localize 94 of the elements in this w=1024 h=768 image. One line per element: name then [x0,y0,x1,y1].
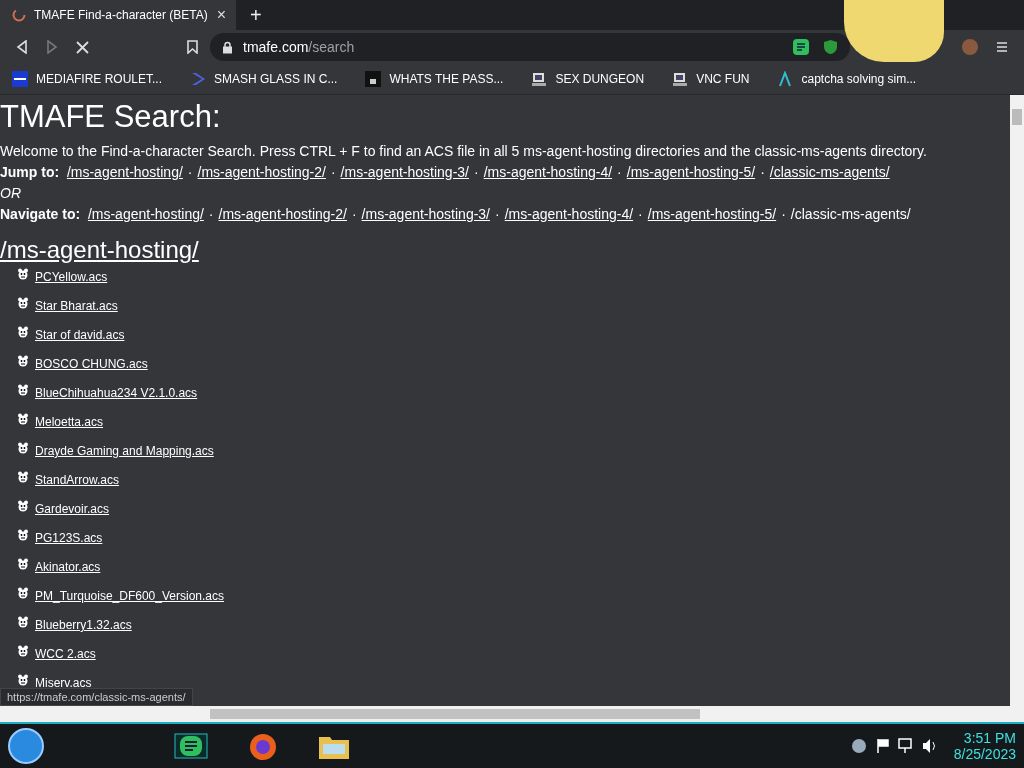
bookmark-link[interactable]: WHATS THE PASS... [365,71,504,87]
file-link[interactable]: Gardevoir.acs [35,502,110,516]
status-url: https://tmafe.com/classic-ms-agents/ [0,688,193,706]
agent-face-icon [17,587,29,599]
browser-tab[interactable]: TMAFE Find-a-character (BETA) × [0,0,236,30]
file-link[interactable]: Star Bharat.acs [35,299,118,313]
lambda-icon [777,71,794,87]
computer-icon [672,71,689,87]
back-icon[interactable] [16,40,28,54]
spinner-icon [12,8,26,22]
file-link[interactable]: Blueberry1.32.acs [35,618,132,632]
separator-dot: · [617,164,622,180]
separator-dot: · [187,164,193,180]
agent-face-icon [17,442,29,454]
extension-icon[interactable] [793,39,809,55]
file-link[interactable]: Miserv.acs [35,676,92,690]
agent-face-icon [17,471,29,483]
agent-face-icon [17,674,29,686]
flag-icon[interactable] [875,738,890,754]
url-path: /search [308,39,355,55]
separator-dot: · [208,206,214,222]
speaker-icon[interactable] [921,738,938,754]
section-heading-link[interactable]: /ms-agent-hosting/ [0,236,199,263]
directory-link[interactable]: /ms-agent-hosting-2/ [218,206,347,222]
chevron-icon [190,71,207,87]
agent-face-icon [17,268,29,280]
or-text: OR [0,185,21,201]
agent-face-icon [17,616,29,628]
agent-face-icon [17,500,29,512]
url-host: tmafe.com [243,39,309,55]
page-title: TMAFE Search: [0,99,222,135]
bookmark-link[interactable]: MEDIAFIRE ROULET... [12,71,163,87]
agent-face-icon [17,645,29,657]
agent-face-icon [17,413,29,425]
agent-face-icon [17,297,29,309]
separator-dot: · [638,206,643,222]
jump-label: Jump to: [0,164,60,180]
separator-dot: · [760,164,765,180]
monitor-icon[interactable] [897,738,914,754]
directory-link[interactable]: /ms-agent-hosting-4/ [483,164,613,180]
vertical-scrollbar[interactable] [1010,95,1024,706]
separator-dot: · [495,206,500,222]
directory-link[interactable]: /ms-agent-hosting-3/ [340,164,469,180]
file-link[interactable]: WCC 2.acs [35,647,96,661]
separator-dot: · [474,164,479,180]
agent-face-icon [17,529,29,541]
directory-link[interactable]: /classic-ms-agents/ [769,164,890,180]
close-tab-button[interactable]: × [216,6,226,24]
bookmark-link[interactable]: captcha solving sim... [777,71,917,87]
directory-link[interactable]: /ms-agent-hosting-2/ [197,164,326,180]
agent-face-icon [17,326,29,338]
separator-dot: · [781,206,786,222]
computer-icon [531,71,548,87]
file-link[interactable]: Akinator.acs [35,560,101,574]
directory-link[interactable]: /ms-agent-hosting-5/ [626,164,756,180]
bookmark-icon[interactable] [187,40,198,54]
forward-icon[interactable] [46,40,58,54]
firefox-icon[interactable] [248,731,278,761]
bookmark-link[interactable]: SMASH GLASS IN C... [190,71,338,87]
separator-dot: · [351,206,357,222]
bookmark-link[interactable]: VNC FUN [672,71,750,87]
directory-link[interactable]: /ms-agent-hosting-4/ [504,206,634,222]
agent-face-icon [17,384,29,396]
directory-link[interactable]: /ms-agent-hosting-5/ [647,206,777,222]
agent-face-icon [17,558,29,570]
file-link[interactable]: PCYellow.acs [35,270,108,284]
horizontal-scrollbar[interactable] [0,706,1024,722]
start-button[interactable] [8,728,44,764]
chat-app-icon[interactable] [174,733,208,759]
bookmark-link[interactable]: SEX DUNGEON [531,71,645,87]
new-tab-button[interactable]: + [250,3,262,27]
directory-link[interactable]: /ms-agent-hosting/ [87,206,204,222]
directory-link[interactable]: /ms-agent-hosting-3/ [361,206,490,222]
file-link[interactable]: StandArrow.acs [35,473,120,487]
file-link[interactable]: Meloetta.acs [35,415,104,429]
agent-face-icon [17,355,29,367]
directory-text: /classic-ms-agents/ [790,206,911,222]
file-link[interactable]: Drayde Gaming and Mapping.acs [35,444,214,458]
clock-date: 8/25/2023 [953,746,1016,762]
shield-icon[interactable] [823,39,838,55]
file-link[interactable]: BlueChihuahua234 V2.1.0.acs [35,386,198,400]
directory-link[interactable]: /ms-agent-hosting/ [66,164,183,180]
clock-time: 3:51 PM [963,730,1016,746]
file-link[interactable]: Star of david.acs [35,328,125,342]
file-link[interactable]: PG123S.acs [35,531,103,545]
navigate-label: Navigate to: [0,206,81,222]
file-link[interactable]: BOSCO CHUNG.acs [35,357,148,371]
file-link[interactable]: PM_Turquoise_DF600_Version.acs [35,589,224,603]
stop-icon[interactable] [76,40,89,54]
intro-text: Welcome to the Find-a-character Search. Press CTRL + F to find an ACS file in all 5 ms-agent-hosting directories and the classic-ms-agents directory. [0,142,928,161]
address-bar[interactable]: tmafe.com/search [210,33,850,61]
separator-dot: · [330,164,336,180]
tab-title: TMAFE Find-a-character (BETA) [34,8,209,22]
menu-icon[interactable] [996,41,1008,53]
